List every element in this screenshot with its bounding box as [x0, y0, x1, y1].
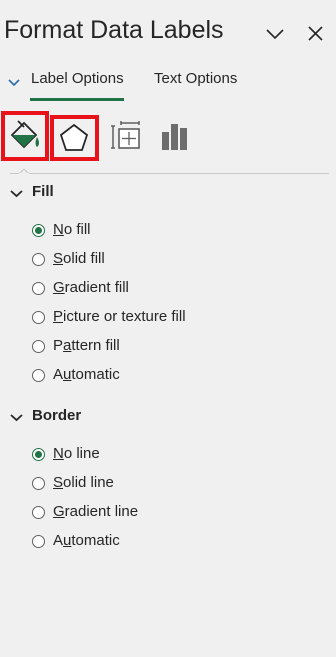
size-properties-icon [111, 121, 141, 156]
border-option-2-label: Gradient line [53, 503, 138, 520]
option-access-key: P [53, 308, 64, 325]
option-access-key: N [53, 221, 64, 238]
option-label-rest: radient line [64, 503, 139, 520]
fill-option-1-label: Solid fill [53, 250, 105, 267]
fill-option-1-radio[interactable] [32, 253, 45, 266]
fill-option-1[interactable]: Solid fill [30, 250, 250, 272]
fill-option-4[interactable]: Pattern fill [30, 337, 250, 359]
option-access-key: N [53, 445, 64, 462]
fill-option-2-label: Gradient fill [53, 279, 129, 296]
fill-line-icon [8, 120, 42, 158]
label-options-bars-icon [160, 124, 190, 154]
border-section-title: Border [32, 407, 82, 424]
border-option-3[interactable]: Automatic [30, 532, 250, 554]
fill-section-title: Fill [32, 183, 54, 200]
active-tab-underline [30, 98, 124, 101]
fill-line-button[interactable] [8, 118, 42, 154]
section-divider [10, 173, 329, 174]
fill-option-0-label: No fill [53, 221, 91, 238]
option-label-rest: o fill [63, 221, 91, 238]
fill-option-5-label: Automatic [53, 366, 120, 383]
fill-option-4-radio[interactable] [32, 340, 45, 353]
effects-button[interactable] [58, 122, 90, 154]
category-icon-row [0, 110, 336, 172]
border-option-1[interactable]: Solid line [30, 474, 250, 496]
option-label-prefix: A [53, 532, 64, 549]
selected-category-notch [19, 168, 29, 175]
option-label-rest: olid line [63, 474, 114, 491]
fill-option-2[interactable]: Gradient fill [30, 279, 250, 301]
border-option-0-label: No line [53, 445, 100, 462]
option-access-key: G [53, 279, 65, 296]
fill-option-0-radio[interactable] [32, 224, 45, 237]
border-option-3-radio[interactable] [32, 535, 45, 548]
option-label-rest: icture or texture fill [63, 308, 186, 325]
option-label-prefix: P [53, 337, 64, 354]
fill-option-2-radio[interactable] [32, 282, 45, 295]
label-options-button[interactable] [160, 122, 190, 150]
option-label-rest: ttern fill [71, 337, 120, 354]
pane-title: Format Data Labels [4, 16, 224, 44]
option-label-rest: tomatic [71, 366, 120, 383]
border-option-2[interactable]: Gradient line [30, 503, 250, 525]
fill-option-5[interactable]: Automatic [30, 366, 250, 388]
size-properties-button[interactable] [111, 120, 141, 152]
border-option-3-label: Automatic [53, 532, 120, 549]
fill-option-5-radio[interactable] [32, 369, 45, 382]
border-option-1-label: Solid line [53, 474, 114, 491]
option-label-rest: o line [63, 445, 100, 462]
tab-text-options[interactable]: Text Options [154, 70, 237, 87]
chevron-down-icon [265, 24, 285, 44]
border-option-2-radio[interactable] [32, 506, 45, 519]
close-pane-button[interactable] [306, 24, 326, 44]
option-access-key: G [53, 503, 65, 520]
fill-option-4-label: Pattern fill [53, 337, 120, 354]
effects-pentagon-icon [58, 123, 90, 158]
fill-option-3-radio[interactable] [32, 311, 45, 324]
fill-option-3-label: Picture or texture fill [53, 308, 186, 325]
tab-label-options[interactable]: Label Options [31, 70, 124, 87]
option-label-rest: radient fill [64, 279, 129, 296]
tab-collapse-chevron-icon[interactable] [7, 76, 21, 88]
option-access-key: S [53, 250, 64, 267]
border-option-0-radio[interactable] [32, 448, 45, 461]
fill-option-0[interactable]: No fill [30, 221, 250, 243]
pane-options-button[interactable] [265, 24, 285, 44]
border-section-header[interactable]: Border [10, 407, 130, 429]
fill-option-3[interactable]: Picture or texture fill [30, 308, 250, 330]
option-access-key: S [53, 474, 64, 491]
fill-section-header[interactable]: Fill [10, 183, 130, 205]
border-option-1-radio[interactable] [32, 477, 45, 490]
option-label-prefix: A [53, 366, 64, 383]
close-icon [306, 24, 326, 44]
option-label-rest: olid fill [63, 250, 105, 267]
option-label-rest: tomatic [71, 532, 120, 549]
border-option-0[interactable]: No line [30, 445, 250, 467]
